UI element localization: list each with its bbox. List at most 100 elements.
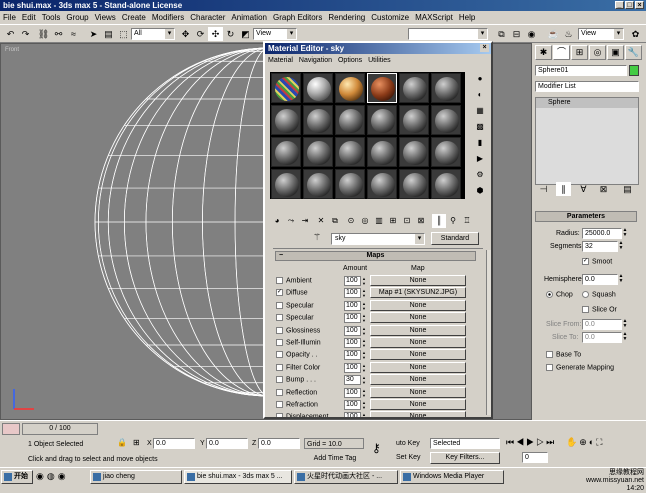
material-slot[interactable] <box>303 73 333 103</box>
material-effects-channel-icon[interactable]: ◎ <box>358 214 372 228</box>
menu-views[interactable]: Views <box>92 13 119 22</box>
map-amount-spinner[interactable]: ▲▼ <box>362 326 367 336</box>
menu-maxscript[interactable]: MAXScript <box>412 13 456 22</box>
task-jiao-cheng[interactable]: jiao cheng <box>90 470 182 484</box>
map-enable-checkbox[interactable]: Self-Illumin <box>276 339 321 346</box>
map-amount-spinner[interactable]: ▲▼ <box>362 288 367 298</box>
reset-map-icon[interactable]: ✕ <box>314 214 328 228</box>
max-script-listener-swatch[interactable] <box>2 423 20 435</box>
task-media-player[interactable]: Windows Media Player <box>400 470 504 484</box>
material-slot[interactable] <box>303 169 333 199</box>
pick-material-icon[interactable]: ║ <box>432 214 446 228</box>
region-select-icon[interactable]: ⬚ <box>116 27 131 41</box>
object-color-swatch[interactable] <box>629 65 639 76</box>
bind-space-warp-icon[interactable]: ≈ <box>66 27 81 41</box>
map-slot-button[interactable]: None <box>370 362 466 373</box>
material-slot[interactable] <box>335 137 365 167</box>
get-material-icon[interactable]: ◕ <box>270 214 284 228</box>
key-icon[interactable]: ⚷ <box>372 441 381 455</box>
navigation-controls[interactable]: ✋⊕◐⛶ <box>566 437 604 448</box>
material-slot[interactable] <box>399 137 429 167</box>
map-amount-spinner[interactable]: ▲▼ <box>362 338 367 348</box>
key-mode-select[interactable]: Selected <box>430 438 500 449</box>
chop-radio[interactable]: Chop <box>546 291 573 298</box>
map-enable-checkbox[interactable]: Filter Color <box>276 364 320 371</box>
menu-navigation[interactable]: Navigation <box>296 57 335 64</box>
map-enable-checkbox[interactable]: Displacement <box>276 413 328 419</box>
set-key-button[interactable]: Set Key <box>396 452 430 463</box>
material-slot[interactable] <box>431 169 461 199</box>
render-scene-icon[interactable]: ☕ <box>546 27 561 41</box>
assign-to-selection-icon[interactable]: ⇥ <box>298 214 312 228</box>
material-slot[interactable] <box>303 105 333 135</box>
rotate-tool-icon[interactable]: ↻ <box>223 27 238 41</box>
link-icon[interactable]: ⛓ <box>36 27 51 41</box>
reference-coord-select[interactable]: View <box>253 28 297 40</box>
map-amount-spinner[interactable]: ▲▼ <box>362 400 367 410</box>
material-slot[interactable] <box>271 73 301 103</box>
slice-to-field[interactable]: 0.0 <box>582 332 622 343</box>
get-material-alt-icon[interactable]: ♖ <box>460 214 474 228</box>
map-amount-spinner[interactable]: ▲▼ <box>362 388 367 398</box>
map-amount-field[interactable]: 100 <box>344 326 361 336</box>
map-slot-button[interactable]: Map #1 (SKYSUN2.JPG) <box>370 287 466 298</box>
menu-options[interactable]: Options <box>335 57 365 64</box>
make-copy-icon[interactable]: ⧉ <box>328 214 342 228</box>
map-enable-checkbox[interactable]: Ambient <box>276 277 312 284</box>
map-amount-spinner[interactable]: ▲▼ <box>362 412 367 419</box>
quick-launch-icons[interactable]: ◉◍◉ <box>36 471 69 482</box>
selection-filter-select[interactable]: All <box>131 28 175 40</box>
lock-selection-icon[interactable]: 🔒 <box>117 438 127 447</box>
stack-item-sphere[interactable]: Sphere <box>536 98 638 108</box>
map-amount-field[interactable]: 100 <box>344 350 361 360</box>
task-hxsd[interactable]: 火星时代动画大社区 - ... <box>294 470 398 484</box>
mirror-icon[interactable]: ⧉ <box>494 27 509 41</box>
material-editor-icon[interactable]: ◉ <box>524 27 539 41</box>
material-slot[interactable] <box>399 73 429 103</box>
menu-utilities[interactable]: Utilities <box>365 57 394 64</box>
map-enable-checkbox[interactable]: Opacity . . <box>276 351 318 358</box>
quick-render-icon[interactable]: ♨ <box>561 27 576 41</box>
make-preview-icon[interactable]: ▶ <box>473 152 487 166</box>
map-slot-button[interactable]: None <box>370 325 466 336</box>
key-filters-button[interactable]: Key Filters... <box>430 452 500 464</box>
map-amount-field[interactable]: 100 <box>344 313 361 323</box>
render-type-select[interactable]: View <box>578 28 624 40</box>
slice-on-checkbox[interactable]: Slice Or <box>582 306 617 313</box>
material-slot[interactable] <box>431 73 461 103</box>
material-editor-close-button[interactable]: × <box>480 44 489 52</box>
sample-uv-tiling-icon[interactable]: ▩ <box>473 120 487 134</box>
render-last-icon[interactable]: ✿ <box>628 27 643 41</box>
named-selection-select[interactable] <box>408 28 488 40</box>
slice-from-field[interactable]: 0.0 <box>582 319 622 330</box>
time-slider[interactable]: 0 / 100 <box>22 423 98 435</box>
object-name-field[interactable]: Sphere01 <box>535 65 627 76</box>
map-amount-field[interactable]: 100 <box>344 400 361 410</box>
map-slot-button[interactable]: None <box>370 312 466 323</box>
map-amount-field[interactable]: 30 <box>344 375 361 385</box>
redo-icon[interactable]: ↷ <box>18 27 33 41</box>
task-3dsmax[interactable]: bie shui.max - 3ds max 5 ... <box>184 470 292 484</box>
eyedropper-icon[interactable]: ⚚ <box>313 232 321 243</box>
utilities-tab-icon[interactable]: 🔧 <box>625 45 642 60</box>
go-to-parent-icon[interactable]: ⊡ <box>400 214 414 228</box>
smooth-checkbox[interactable]: ✓Smoot <box>582 258 612 265</box>
radius-spinner[interactable]: ▲▼ <box>622 228 628 239</box>
map-amount-field[interactable]: 100 <box>344 412 361 419</box>
options-icon[interactable]: ⚙ <box>473 168 487 182</box>
menu-modifiers[interactable]: Modifiers <box>149 13 187 22</box>
map-amount-spinner[interactable]: ▲▼ <box>362 350 367 360</box>
create-tab-icon[interactable]: ✱ <box>535 45 552 60</box>
map-amount-field[interactable]: 100 <box>344 301 361 311</box>
material-slot[interactable] <box>367 73 397 103</box>
put-to-scene-icon[interactable]: ⤳ <box>284 214 298 228</box>
material-slot[interactable] <box>271 169 301 199</box>
hemisphere-field[interactable]: 0.0 <box>582 274 618 285</box>
maps-rollout-title[interactable]: −Maps <box>275 251 476 261</box>
map-enable-checkbox[interactable]: Reflection <box>276 389 317 396</box>
add-time-tag-button[interactable]: Add Time Tag <box>305 453 365 464</box>
video-color-check-icon[interactable]: ▮ <box>473 136 487 150</box>
maximize-button[interactable]: □ <box>625 1 634 9</box>
playback-controls[interactable]: ⏮◀▶▷⏭ <box>506 437 556 448</box>
pin-stack-icon[interactable]: ⊣ <box>536 182 551 196</box>
